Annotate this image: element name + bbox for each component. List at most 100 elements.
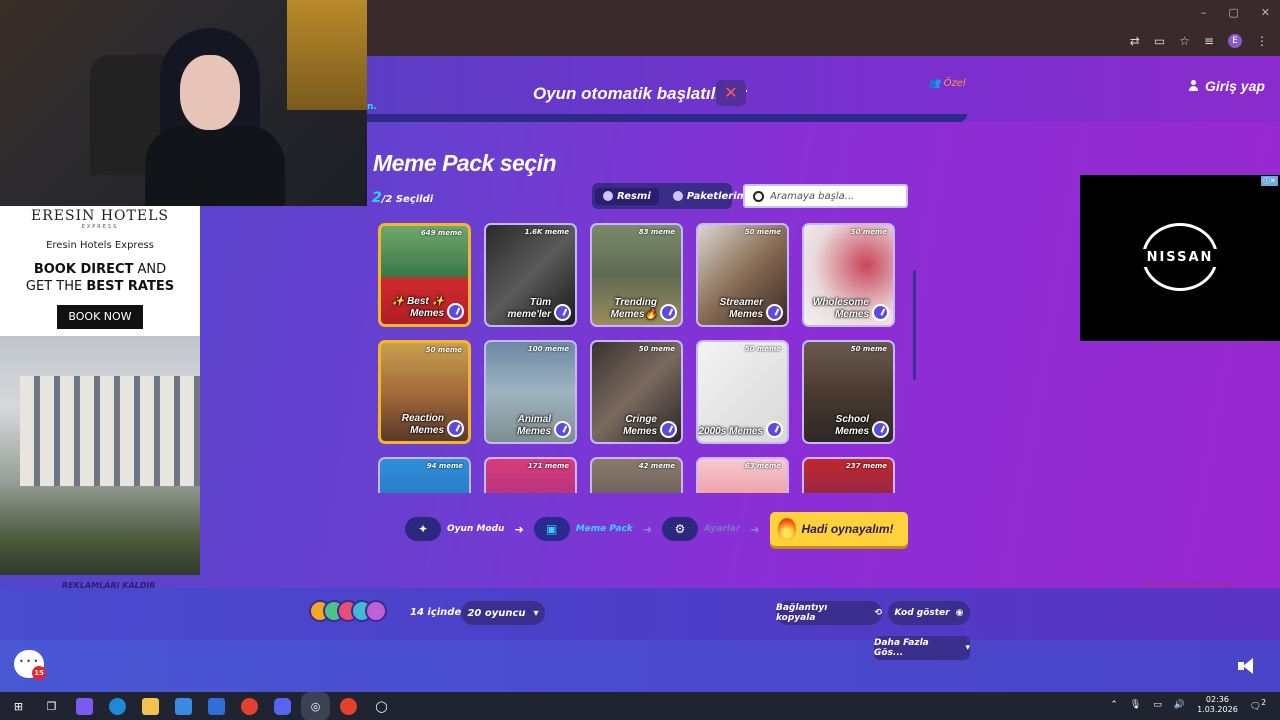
step-meme-pack-label: Meme Pack	[575, 524, 633, 534]
ad-cta-rest-2: GET THE	[25, 279, 87, 294]
fire-icon	[777, 518, 796, 540]
close-window-button[interactable]: ✕	[1261, 6, 1270, 19]
browser-menu-icon[interactable]: ⋮	[1256, 34, 1268, 48]
ad-cta-bold-2: BEST RATES	[86, 279, 175, 294]
profile-avatar[interactable]: E	[1228, 34, 1242, 48]
pack-grid-viewport[interactable]: 649 meme ✨ Best ✨ Memes 1.6K meme Tüm meme'…	[378, 223, 908, 493]
minimize-button[interactable]: –	[1201, 6, 1207, 19]
pack-info-icon[interactable]	[447, 303, 464, 320]
pack-info-icon[interactable]	[872, 304, 889, 321]
chat-button[interactable]: 15	[14, 650, 46, 680]
copy-link-button[interactable]: Bağlantıyı kopyala ⟲	[776, 601, 882, 625]
ad-cta-text: BOOK DIRECT AND GET THE BEST RATES	[0, 261, 200, 295]
meme-count-badge: 50 meme	[744, 228, 781, 236]
clock[interactable]: 02:36 1.03.2026	[1197, 695, 1238, 715]
login-button[interactable]: Giriş yap	[1188, 78, 1265, 94]
meme-pack-card[interactable]: 50 meme Cringe Memes	[590, 340, 683, 444]
truncated-logo-text: n.	[367, 102, 377, 112]
pack-info-icon[interactable]	[447, 420, 464, 437]
pack-info-icon[interactable]	[660, 421, 677, 438]
selected-count-rest: /2 Seçildi	[381, 194, 434, 205]
task-view-icon[interactable]: ❐	[43, 698, 60, 715]
chevron-up-icon[interactable]: ⌃	[1110, 700, 1118, 710]
edge-icon[interactable]	[109, 697, 126, 715]
meme-pack-card[interactable]: 171 meme	[484, 457, 577, 493]
max-players-select[interactable]: 20 oyuncu ▾	[461, 601, 545, 625]
meme-pack-card[interactable]: 50 meme 2000s Memes	[696, 340, 789, 444]
players-count-label: 14 içinden	[410, 607, 469, 618]
maximize-button[interactable]: ▢	[1228, 6, 1238, 19]
meme-pack-icon: ▣	[533, 517, 570, 541]
book-now-button[interactable]: BOOK NOW	[57, 305, 143, 329]
meme-pack-card[interactable]: 63 meme	[696, 457, 789, 493]
microphone-icon[interactable]: 🎙	[1130, 700, 1141, 710]
meme-pack-card[interactable]: 100 meme Animal Memes	[484, 340, 577, 444]
volume-icon[interactable]: 🔊	[1174, 700, 1185, 710]
pack-info-icon[interactable]	[766, 304, 783, 321]
bookmark-star-icon[interactable]: ☆	[1179, 34, 1190, 48]
meme-pack-card[interactable]: 83 meme Trending Memes🔥	[590, 223, 683, 327]
nissan-ad[interactable]: ⓘ✕ NISSAN	[1080, 175, 1280, 341]
notifications-icon[interactable]: 🗨2	[1250, 698, 1266, 712]
meme-pack-card[interactable]: 50 meme Wholesome Memes	[802, 223, 895, 327]
meme-pack-card[interactable]: 42 meme	[590, 457, 683, 493]
step-meme-pack[interactable]: ▣ Meme Pack	[533, 517, 633, 541]
meme-pack-card[interactable]: 50 meme School Memes	[802, 340, 895, 444]
obs-icon[interactable]: ◎	[301, 691, 330, 720]
cast-icon[interactable]: ▭	[1154, 34, 1165, 48]
meme-pack-card[interactable]: 94 meme	[378, 457, 471, 493]
step-game-mode[interactable]: ✦ Oyun Modu	[405, 517, 504, 541]
discord-icon[interactable]	[274, 697, 291, 715]
pack-info-icon[interactable]	[872, 421, 889, 438]
pack-filter-tabs: Resmi Paketlerim	[592, 183, 747, 209]
copilot-icon[interactable]	[76, 697, 93, 715]
player-avatars[interactable]	[309, 600, 387, 622]
reading-list-icon[interactable]: ≡	[1204, 34, 1214, 48]
step-settings[interactable]: ⚙ Ayarlar	[662, 517, 740, 541]
pack-grid-scrollbar[interactable]	[913, 270, 916, 380]
show-code-button[interactable]: Kod göster ◉	[888, 601, 970, 625]
speaker-icon[interactable]	[1238, 658, 1256, 674]
meme-count-badge: 100 meme	[527, 345, 569, 353]
mail-icon[interactable]	[208, 697, 225, 715]
pack-info-icon[interactable]	[660, 304, 677, 321]
show-more-button[interactable]: Daha Fazla Gös... ▾	[874, 636, 970, 660]
meme-pack-card[interactable]: 50 meme Streamer Memes	[696, 223, 789, 327]
tab-official[interactable]: Resmi	[595, 187, 659, 205]
auto-start-status: Oyun otomatik başlatılıyor	[533, 84, 747, 103]
tab-my-packs[interactable]: Paketlerim	[665, 188, 755, 205]
app-icon[interactable]: ◯	[373, 698, 390, 715]
cancel-auto-start-button[interactable]: ✕	[716, 80, 746, 106]
pack-info-icon[interactable]	[766, 421, 783, 438]
top-bar-ribbon	[367, 114, 967, 122]
search-input[interactable]	[770, 190, 900, 202]
translate-icon[interactable]: ⇄	[1130, 34, 1140, 48]
step-arrow-icon: ➜	[514, 522, 524, 536]
pack-info-icon[interactable]	[554, 421, 571, 438]
meme-pack-card[interactable]: 649 meme ✨ Best ✨ Memes	[378, 223, 471, 327]
store-icon[interactable]	[175, 697, 192, 715]
network-icon[interactable]: ▭	[1153, 700, 1162, 710]
step-arrow-icon: ➜	[642, 522, 652, 536]
chrome-profile-icon[interactable]	[340, 697, 357, 715]
chrome-icon[interactable]	[241, 697, 258, 715]
meme-pack-name: Tüm meme'ler	[507, 297, 551, 320]
meme-count-badge: 1.6K meme	[524, 228, 569, 236]
meme-count-badge: 50 meme	[425, 346, 462, 354]
meme-count-badge: 50 meme	[850, 228, 887, 236]
start-menu-icon[interactable]: ⊞	[10, 698, 27, 715]
ad-choices-icon[interactable]: ⓘ✕	[1261, 176, 1278, 186]
meme-pack-card[interactable]: 237 meme	[802, 457, 895, 493]
browser-address-bar: ⇄ ▭ ☆ ≡ E ⋮	[367, 28, 1280, 56]
meme-pack-card[interactable]: 1.6K meme Tüm meme'ler	[484, 223, 577, 327]
chevron-down-icon: ▾	[965, 643, 970, 653]
pack-search[interactable]	[743, 184, 908, 208]
file-explorer-icon[interactable]	[142, 697, 159, 715]
meme-pack-card[interactable]: 50 meme Reaction Memes	[378, 340, 471, 444]
play-button[interactable]: Hadi oynayalım!	[769, 512, 908, 546]
pack-info-icon[interactable]	[554, 304, 571, 321]
hotel-ad[interactable]: ERESIN HOTELS EXPRESS Eresin Hotels Expr…	[0, 206, 200, 575]
private-room-label[interactable]: 👥 Özel	[928, 78, 966, 89]
play-button-label: Hadi oynayalım!	[801, 522, 894, 536]
meme-count-badge: 237 meme	[845, 462, 887, 470]
